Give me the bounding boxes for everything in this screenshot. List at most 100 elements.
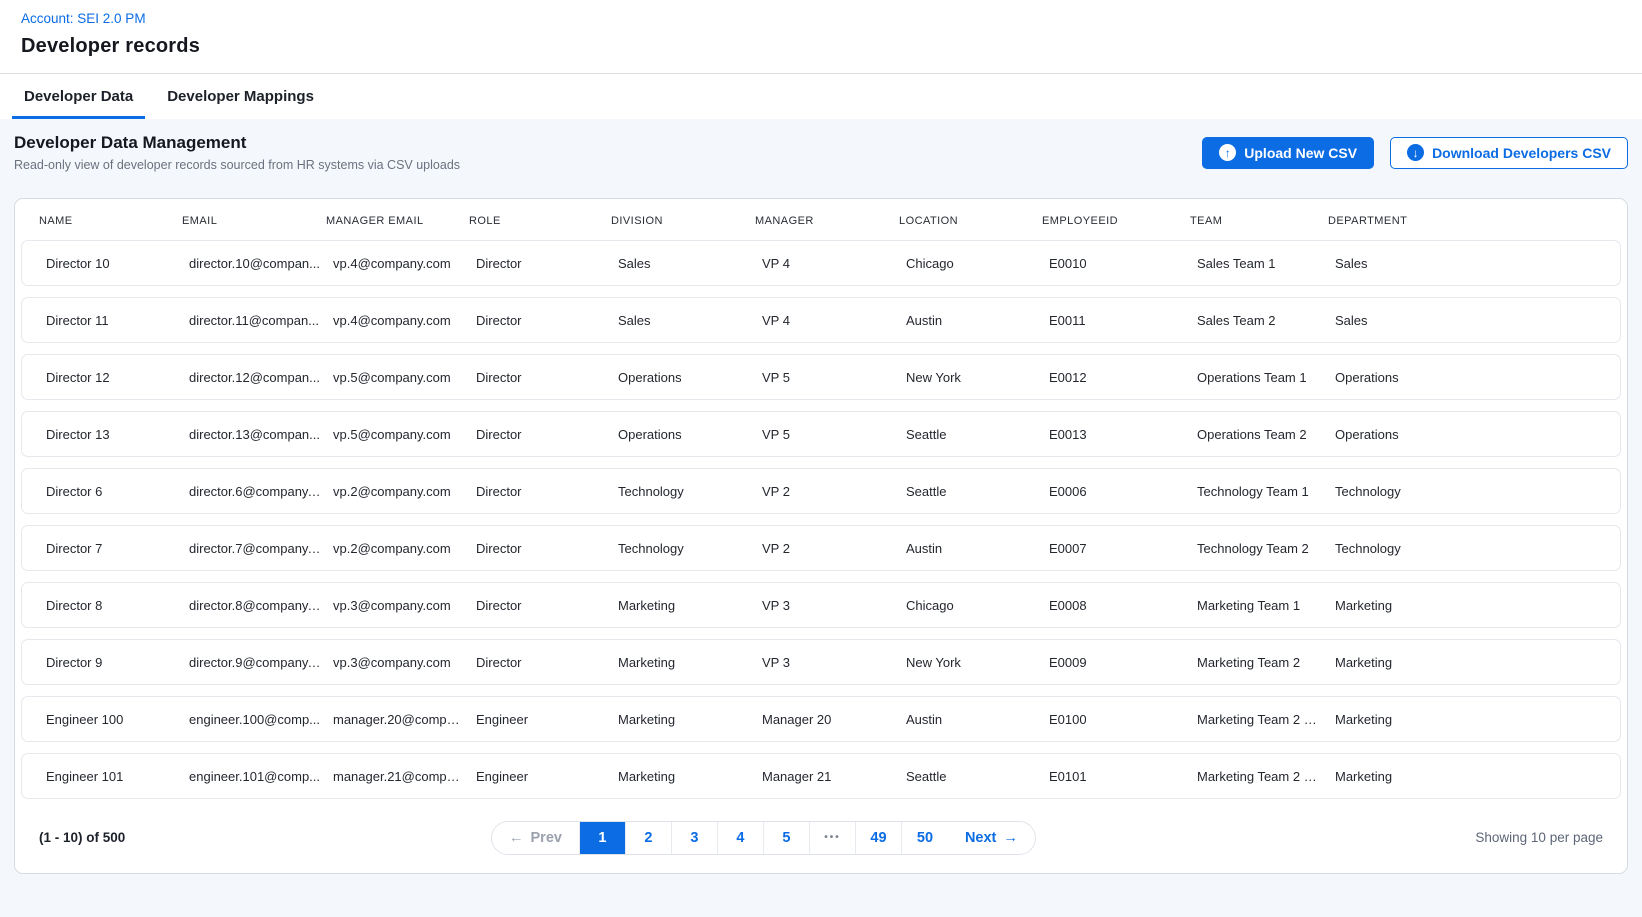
pagination-prev-button[interactable]: ← Prev	[492, 822, 580, 854]
pagination-page-1[interactable]: 1	[580, 822, 626, 854]
table-cell: vp.2@company.com	[333, 541, 476, 556]
table-cell: Director	[476, 655, 618, 670]
tab-developer-data[interactable]: Developer Data	[12, 74, 145, 119]
table-cell: Technology	[618, 541, 762, 556]
table-cell: Director	[476, 484, 618, 499]
column-header: NAME	[39, 215, 182, 227]
pagination-page-4[interactable]: 4	[718, 822, 764, 854]
table-cell: VP 2	[762, 541, 906, 556]
table-cell: Marketing	[618, 655, 762, 670]
table-cell: Director	[476, 313, 618, 328]
table-row: Director 12director.12@compan...vp.5@com…	[21, 354, 1621, 400]
pagination-range-label: (1 - 10) of 500	[39, 830, 125, 845]
table-cell: Director 10	[46, 256, 189, 271]
table-cell: Engineer	[476, 769, 618, 784]
developer-data-panel: Developer Data Management Read-only view…	[0, 119, 1642, 917]
table-cell: Director 13	[46, 427, 189, 442]
pagination-page-50[interactable]: 50	[902, 822, 948, 854]
table-cell: Director	[476, 370, 618, 385]
download-icon: ↓	[1407, 144, 1424, 161]
upload-icon: ↑	[1219, 144, 1236, 161]
table-cell: vp.2@company.com	[333, 484, 476, 499]
table-cell: Marketing	[1335, 655, 1596, 670]
table-cell: Technology	[1335, 541, 1596, 556]
account-breadcrumb-link[interactable]: Account: SEI 2.0 PM	[21, 11, 146, 26]
table-cell: Operations	[618, 427, 762, 442]
table-cell: E0009	[1049, 655, 1197, 670]
table-cell: Director	[476, 256, 618, 271]
table-cell: Director	[476, 427, 618, 442]
table-cell: director.13@compan...	[189, 427, 333, 442]
table-cell: Sales	[618, 256, 762, 271]
arrow-left-icon: ←	[509, 830, 524, 846]
table-cell: Chicago	[906, 256, 1049, 271]
pagination-page-3[interactable]: 3	[672, 822, 718, 854]
pagination-page-49[interactable]: 49	[856, 822, 902, 854]
table-cell: Seattle	[906, 427, 1049, 442]
table-row: Engineer 101engineer.101@comp...manager.…	[21, 753, 1621, 799]
table-cell: Technology	[618, 484, 762, 499]
tab-bar: Developer Data Developer Mappings	[0, 74, 1642, 119]
table-cell: VP 2	[762, 484, 906, 499]
table-cell: vp.5@company.com	[333, 427, 476, 442]
table-cell: director.11@compan...	[189, 313, 333, 328]
table-row: Director 11director.11@compan...vp.4@com…	[21, 297, 1621, 343]
table-row: Director 8director.8@company....vp.3@com…	[21, 582, 1621, 628]
table-cell: Austin	[906, 712, 1049, 727]
pagination-next-button[interactable]: Next →	[948, 822, 1035, 854]
table-cell: Marketing	[1335, 712, 1596, 727]
table-cell: Director 7	[46, 541, 189, 556]
pagination-ellipsis: •••	[810, 822, 856, 854]
upload-new-csv-button[interactable]: ↑ Upload New CSV	[1202, 137, 1374, 169]
table-cell: E0007	[1049, 541, 1197, 556]
table-cell: VP 4	[762, 313, 906, 328]
pagination-prev-label: Prev	[531, 830, 562, 846]
table-cell: Engineer 101	[46, 769, 189, 784]
table-cell: Director 9	[46, 655, 189, 670]
column-header: TEAM	[1190, 215, 1328, 227]
table-cell: Marketing Team 1	[1197, 598, 1335, 613]
table-header-row: NAMEEMAILMANAGER EMAILROLEDIVISIONMANAGE…	[21, 199, 1621, 240]
table-cell: director.10@compan...	[189, 256, 333, 271]
tab-developer-mappings[interactable]: Developer Mappings	[155, 74, 326, 119]
download-button-label: Download Developers CSV	[1432, 145, 1611, 161]
table-cell: Marketing	[1335, 769, 1596, 784]
table-cell: Sales	[1335, 256, 1596, 271]
table-cell: Marketing Team 2	[1197, 655, 1335, 670]
download-developers-csv-button[interactable]: ↓ Download Developers CSV	[1390, 137, 1628, 169]
pagination-page-2[interactable]: 2	[626, 822, 672, 854]
page-title: Developer records	[21, 35, 1621, 58]
table-cell: VP 3	[762, 598, 906, 613]
table-cell: vp.3@company.com	[333, 655, 476, 670]
table-cell: VP 5	[762, 427, 906, 442]
table-body: Director 10director.10@compan...vp.4@com…	[21, 240, 1621, 799]
table-cell: Technology Team 1	[1197, 484, 1335, 499]
section-header-text: Developer Data Management Read-only view…	[14, 133, 460, 172]
table-cell: Marketing	[1335, 598, 1596, 613]
table-cell: Sales	[618, 313, 762, 328]
csv-action-buttons: ↑ Upload New CSV ↓ Download Developers C…	[1202, 137, 1628, 169]
table-cell: Marketing	[618, 712, 762, 727]
developer-table-card: NAMEEMAILMANAGER EMAILROLEDIVISIONMANAGE…	[14, 198, 1628, 874]
table-cell: E0008	[1049, 598, 1197, 613]
table-cell: Operations	[1335, 370, 1596, 385]
table-cell: vp.5@company.com	[333, 370, 476, 385]
table-row: Director 6director.6@company....vp.2@com…	[21, 468, 1621, 514]
table-cell: Marketing	[618, 769, 762, 784]
table-cell: Operations	[1335, 427, 1596, 442]
table-cell: Technology Team 2	[1197, 541, 1335, 556]
column-header: ROLE	[469, 215, 611, 227]
table-cell: Operations Team 2	[1197, 427, 1335, 442]
table-cell: director.9@company....	[189, 655, 333, 670]
table-cell: director.12@compan...	[189, 370, 333, 385]
table-row: Director 13director.13@compan...vp.5@com…	[21, 411, 1621, 457]
table-cell: Marketing Team 2 Su...	[1197, 712, 1335, 727]
column-header: DIVISION	[611, 215, 755, 227]
table-cell: manager.21@compa...	[333, 769, 476, 784]
table-cell: Engineer 100	[46, 712, 189, 727]
table-cell: Marketing Team 2 Su...	[1197, 769, 1335, 784]
table-cell: Director 8	[46, 598, 189, 613]
table-row: Director 10director.10@compan...vp.4@com…	[21, 240, 1621, 286]
pagination-page-5[interactable]: 5	[764, 822, 810, 854]
table-cell: New York	[906, 370, 1049, 385]
